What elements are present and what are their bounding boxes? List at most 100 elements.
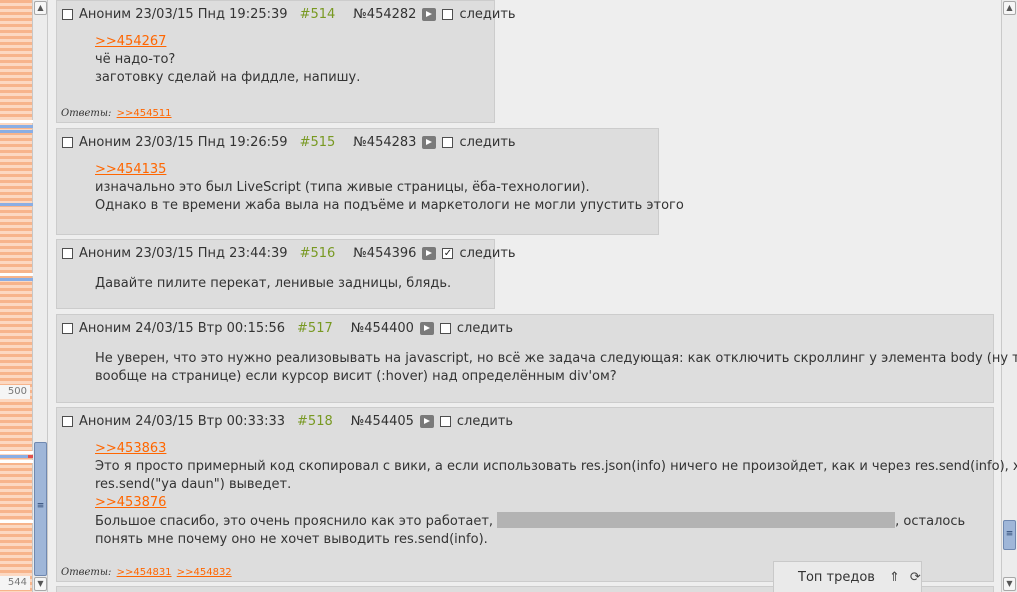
reply-backlink[interactable]: >>454831: [117, 567, 172, 578]
top-threads-widget[interactable]: Топ тредов ⇑ ⟳: [773, 561, 922, 592]
play-icon[interactable]: [419, 321, 434, 335]
post-text: , осталось: [895, 514, 966, 529]
post: Аноним 23/03/15 Пнд 23:44:39 #516 №45439…: [56, 239, 516, 309]
post: Аноним 24/03/15 Втр 00:33:33 #518 №45440…: [56, 407, 1017, 582]
watch-label: следить: [456, 413, 514, 429]
page-scroll-thumb[interactable]: ≡: [1003, 520, 1016, 550]
post-header: Аноним 23/03/15 Пнд 23:44:39 #516 №45439…: [62, 245, 516, 261]
play-icon[interactable]: [422, 135, 437, 149]
minimap-label-500: 500: [0, 385, 30, 399]
minimap-label-544: 544: [0, 576, 30, 590]
refresh-icon[interactable]: ⟳: [910, 570, 921, 585]
post-text: Большое спасибо, это очень прояснило как…: [95, 514, 494, 529]
double-chevron-up-icon[interactable]: ⇑: [889, 570, 900, 585]
post-number[interactable]: #514: [300, 7, 336, 22]
watch-checkbox[interactable]: [439, 322, 451, 334]
scroll-down-arrow-icon[interactable]: ▼: [1003, 577, 1016, 591]
select-post-checkbox[interactable]: [62, 247, 73, 259]
post-text: заготовку сделай на фиддле, напишу.: [95, 70, 361, 85]
watch-label: следить: [459, 134, 516, 150]
post: Аноним 23/03/15 Пнд 19:26:59 #515 №45428…: [56, 128, 684, 235]
scroll-up-arrow-icon[interactable]: ▲: [34, 1, 47, 15]
post-author: Аноним: [79, 413, 132, 429]
post-number[interactable]: #518: [297, 414, 333, 429]
watch-label: следить: [456, 320, 514, 336]
post-author: Аноним: [79, 134, 132, 150]
post-replies: Ответы: >>454831 >>454832: [61, 567, 232, 578]
post-text: изначально это был LiveScript (типа живы…: [95, 180, 590, 195]
post-author: Аноним: [79, 6, 132, 22]
post-date: 24/03/15 Втр 00:33:33: [135, 413, 286, 429]
post-header: Аноним 23/03/15 Пнд 19:26:59 #515 №45428…: [62, 134, 516, 150]
reply-link[interactable]: >>454135: [95, 162, 166, 177]
minimap-marker: [0, 130, 33, 133]
post: Аноним 23/03/15 Пнд 19:25:39 #514 №45428…: [56, 0, 516, 123]
top-threads-label[interactable]: Топ тредов: [798, 570, 875, 585]
post-date: 23/03/15 Пнд 23:44:39: [135, 245, 288, 261]
post-date: 23/03/15 Пнд 19:26:59: [135, 134, 288, 150]
thread-minimap[interactable]: 500 544: [0, 0, 33, 592]
post-date: 24/03/15 Втр 00:15:56: [135, 320, 286, 336]
post-body: Давайте пилите перекат, ленивые задницы,…: [95, 275, 484, 293]
post-header: Аноним 24/03/15 Втр 00:15:56 #517 №45440…: [62, 320, 513, 336]
minimap-marker: [0, 460, 33, 463]
minimap-marker: [0, 273, 33, 276]
post-number[interactable]: #517: [297, 321, 333, 336]
redacted-image-block: [497, 512, 896, 528]
post-text: Не уверен, что это нужно реализовывать н…: [95, 351, 1017, 366]
play-icon[interactable]: [419, 414, 434, 428]
post-id[interactable]: №454400: [351, 321, 414, 336]
post-date: 23/03/15 Пнд 19:25:39: [135, 6, 288, 22]
reply-link[interactable]: >>453876: [95, 495, 166, 510]
reply-link[interactable]: >>454267: [95, 34, 166, 49]
watch-label: следить: [459, 6, 516, 22]
minimap-marker: [0, 451, 33, 454]
scroll-up-arrow-icon[interactable]: ▲: [1003, 1, 1016, 15]
minimap-scrollbar[interactable]: ▲ ≡ ▼: [33, 0, 48, 592]
post-number[interactable]: #515: [300, 135, 336, 150]
reply-backlink[interactable]: >>454511: [117, 108, 172, 119]
post-body: >>454135 изначально это был LiveScript (…: [95, 161, 684, 215]
post-number[interactable]: #516: [300, 246, 336, 261]
post-text: чё надо-то?: [95, 52, 176, 67]
post: Аноним 24/03/15 Втр 00:15:56 #517 №45440…: [56, 314, 1017, 403]
minimap-marker: [0, 278, 33, 281]
post-text: понять мне почему оно не хочет выводить …: [95, 532, 488, 547]
watch-checkbox[interactable]: [442, 136, 454, 148]
select-post-checkbox[interactable]: [62, 322, 73, 334]
post-text: Давайте пилите перекат, ленивые задницы,…: [95, 276, 452, 291]
watch-label: следить: [459, 245, 516, 261]
watch-checkbox-checked[interactable]: ✓: [442, 247, 454, 259]
reply-backlink[interactable]: >>454832: [177, 567, 232, 578]
play-icon[interactable]: [422, 7, 437, 21]
reply-link[interactable]: >>453863: [95, 441, 166, 456]
post-text: Однако в те времени жаба выла на подъёме…: [95, 198, 684, 213]
watch-checkbox[interactable]: [439, 415, 451, 427]
scroll-down-arrow-icon[interactable]: ▼: [34, 577, 47, 591]
select-post-checkbox[interactable]: [62, 8, 73, 20]
post-author: Аноним: [79, 245, 132, 261]
minimap-marker: [0, 120, 33, 123]
page-scrollbar[interactable]: ▲ ≡ ▼: [1001, 0, 1017, 592]
post-replies: Ответы: >>454511: [61, 108, 172, 119]
post-header: Аноним 23/03/15 Пнд 19:25:39 #514 №45428…: [62, 6, 516, 22]
select-post-checkbox[interactable]: [62, 136, 73, 148]
post-body: >>454267 чё надо-то? заготовку сделай на…: [95, 33, 484, 87]
post-id[interactable]: №454283: [353, 135, 416, 150]
post-author: Аноним: [79, 320, 132, 336]
post-body: >>453863 Это я просто примерный код скоп…: [95, 440, 1017, 549]
play-icon[interactable]: [422, 246, 437, 260]
replies-label: Ответы:: [61, 567, 112, 578]
post-id[interactable]: №454282: [353, 7, 416, 22]
minimap-marker: [0, 203, 33, 206]
select-post-checkbox[interactable]: [62, 415, 73, 427]
minimap-scroll-thumb[interactable]: ≡: [34, 442, 47, 576]
minimap-marker: [0, 125, 33, 128]
post-id[interactable]: №454405: [351, 414, 414, 429]
watch-checkbox[interactable]: [442, 8, 454, 20]
replies-label: Ответы:: [61, 108, 112, 119]
minimap-marker: [0, 520, 33, 523]
post-body: Не уверен, что это нужно реализовывать н…: [95, 350, 1017, 386]
post-header: Аноним 24/03/15 Втр 00:33:33 #518 №45440…: [62, 413, 513, 429]
post-id[interactable]: №454396: [353, 246, 416, 261]
